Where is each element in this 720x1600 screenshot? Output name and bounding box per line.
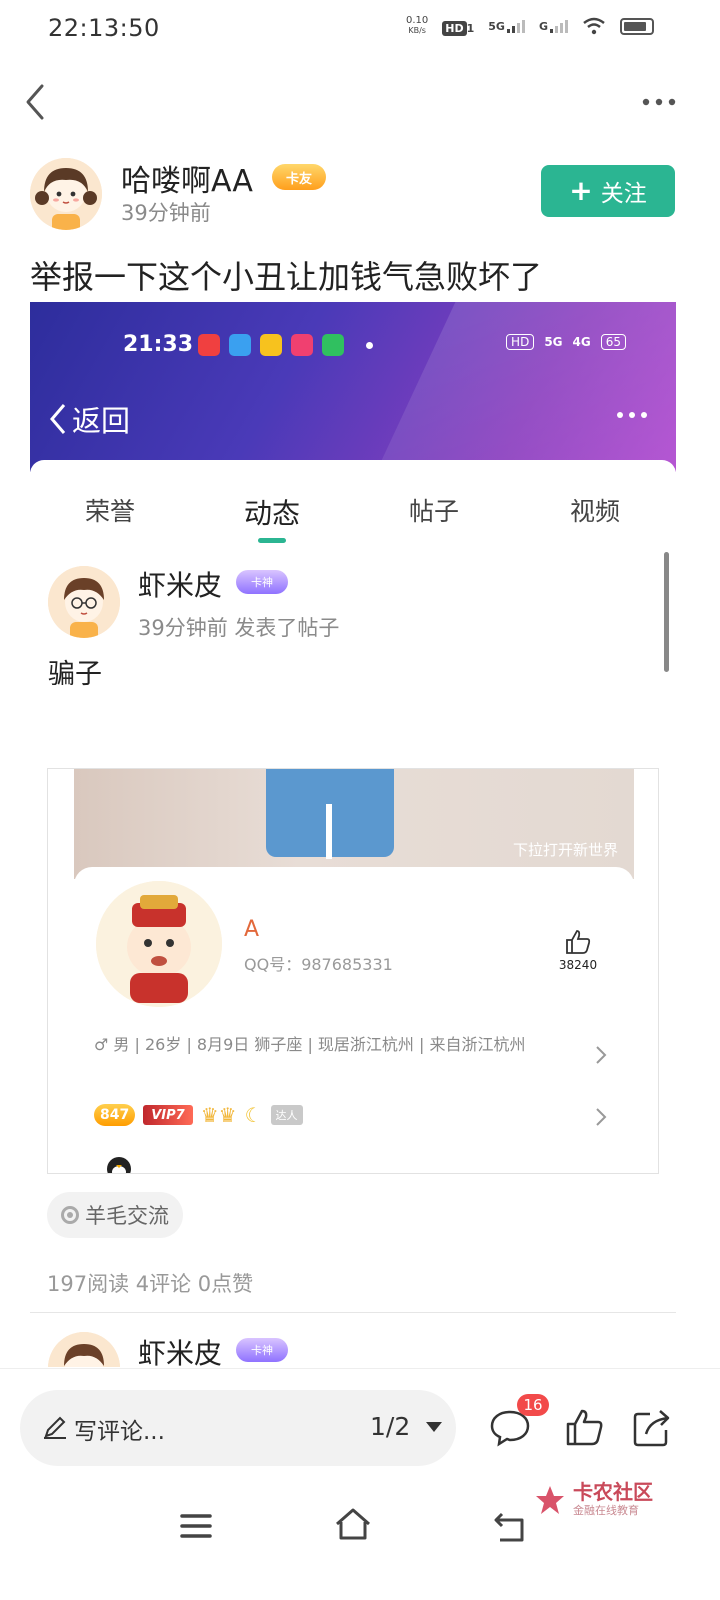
comment-count-badge: 16	[517, 1394, 549, 1416]
tab-honor: 荣誉	[84, 497, 136, 526]
page-indicator[interactable]: 1/2	[370, 1412, 410, 1441]
tab-underline	[258, 538, 286, 543]
embedded-back: 返回	[48, 398, 130, 440]
topic-tag: 羊毛交流	[47, 1192, 183, 1238]
net-speed-value: 0.10	[406, 15, 429, 26]
home-icon[interactable]	[333, 1504, 373, 1544]
chevron-right-icon	[596, 1046, 607, 1064]
status-time: 22:13:50	[48, 14, 160, 42]
user-meta: 39分钟前 发表了帖子	[138, 616, 340, 640]
cover-figure	[266, 769, 394, 859]
next-user-badge: 卡神	[236, 1338, 288, 1362]
signal-g-icon: G	[539, 19, 568, 33]
kanong-logo-icon	[536, 1486, 564, 1514]
status-icons: 0.10 KB/s HD 1 5G G	[406, 16, 654, 36]
boy-avatar-icon	[48, 566, 120, 638]
watermark: 卡农社区 金融在线教育	[533, 1482, 653, 1518]
hd-label: HD	[442, 20, 467, 36]
embedded-hd: HD	[506, 334, 535, 350]
embedded-5g: 5G	[544, 335, 563, 349]
post-title: 举报一下这个小丑让加钱气急败坏了	[30, 258, 543, 296]
embedded-app-icons	[198, 334, 344, 356]
chevron-right-icon	[596, 1108, 607, 1126]
embedded-back-label: 返回	[72, 404, 131, 438]
share-icon[interactable]	[630, 1406, 674, 1450]
author-badge: 卡友	[272, 164, 326, 190]
net-speed: 0.10 KB/s	[406, 16, 428, 36]
profile-avatar	[96, 881, 222, 1007]
post-image[interactable]: 21:33 HD 5G 4G 65 返回 荣誉 动态 帖子 视频 虾米皮 卡神 …	[30, 302, 676, 1367]
topic-icon	[61, 1206, 79, 1224]
profile-likes: 38240	[558, 929, 598, 972]
divider	[30, 1312, 676, 1313]
signal-5g-label: 5G	[488, 20, 505, 33]
hd-sub: 1	[466, 21, 475, 35]
profile-badges: 847 VIP7 ♛♛ ☾ 达人	[94, 1103, 303, 1127]
hd-icon: HD 1	[442, 17, 474, 36]
author-avatar[interactable]	[30, 158, 102, 230]
embedded-battery: 65	[600, 334, 626, 350]
moon-icon: ☾	[244, 1103, 263, 1127]
nested-profile-screenshot: 下拉打开新世界 A QQ号：987685331 38240 ♂ 男 | 26岁 …	[47, 768, 659, 1174]
post-time: 39分钟前	[121, 201, 211, 225]
profile-name: A	[244, 917, 260, 942]
wifi-icon	[583, 17, 605, 35]
comment-input[interactable]: 写评论... 1/2	[20, 1390, 456, 1466]
profile-likes-count: 38240	[558, 958, 598, 972]
daren-badge: 达人	[270, 1105, 303, 1125]
follow-label: 关注	[600, 181, 647, 207]
coin-badge: 847	[94, 1104, 136, 1126]
plus-icon: +	[569, 174, 593, 207]
follow-button[interactable]: + 关注	[541, 165, 675, 217]
post-stats: 197阅读 4评论 0点赞	[47, 1272, 254, 1296]
vip-badge: VIP7	[143, 1105, 193, 1125]
embedded-time: 21:33	[123, 332, 194, 357]
watermark-subtitle: 金融在线教育	[573, 1504, 639, 1517]
fortune-god-avatar-icon	[96, 881, 222, 1007]
embedded-more-icon	[617, 412, 647, 418]
pen-icon	[44, 1416, 66, 1439]
embedded-header: 21:33 HD 5G 4G 65 返回	[30, 302, 676, 472]
watermark-title: 卡农社区	[573, 1480, 653, 1504]
more-icon[interactable]	[642, 92, 676, 112]
embedded-tabs: 荣誉 动态 帖子 视频	[30, 492, 676, 542]
embedded-back-icon	[50, 404, 66, 434]
next-user-name: 虾米皮	[138, 1337, 223, 1367]
thumbs-up-icon	[566, 930, 591, 954]
crown-icon: ♛♛	[200, 1103, 237, 1127]
author-name[interactable]: 哈喽啊AA	[121, 156, 253, 200]
embedded-4g: 4G	[572, 335, 591, 349]
topic-label: 羊毛交流	[85, 1204, 169, 1228]
battery-icon	[620, 17, 654, 35]
net-speed-unit: KB/s	[408, 26, 426, 35]
embedded-status-icons: HD 5G 4G 65	[506, 334, 626, 350]
signal-g-label: G	[538, 20, 548, 33]
user-badge: 卡神	[236, 570, 288, 594]
tab-videos: 视频	[569, 497, 621, 526]
embedded-scrollbar	[664, 552, 669, 672]
tab-activity: 动态	[243, 497, 301, 530]
profile-qq: QQ号：987685331	[244, 955, 393, 974]
pull-down-hint: 下拉打开新世界	[512, 841, 618, 859]
menu-icon[interactable]	[176, 1506, 216, 1546]
user-avatar	[48, 566, 120, 638]
return-icon[interactable]	[490, 1506, 530, 1546]
notification-dot	[366, 342, 373, 349]
comment-placeholder: 写评论...	[74, 1419, 165, 1445]
signal-5g-icon: 5G	[488, 19, 525, 33]
caret-down-icon[interactable]	[426, 1422, 442, 1432]
profile-info: ♂ 男 | 26岁 | 8月9日 狮子座 | 现居浙江杭州 | 来自浙江杭州	[94, 1035, 526, 1054]
user-post-text: 骗子	[48, 659, 102, 690]
girl-avatar-icon	[30, 158, 102, 230]
like-icon[interactable]	[562, 1406, 606, 1450]
tab-posts: 帖子	[408, 497, 460, 526]
back-icon[interactable]	[16, 82, 56, 122]
user-name: 虾米皮	[138, 569, 223, 602]
penguin-icon	[107, 1157, 131, 1173]
